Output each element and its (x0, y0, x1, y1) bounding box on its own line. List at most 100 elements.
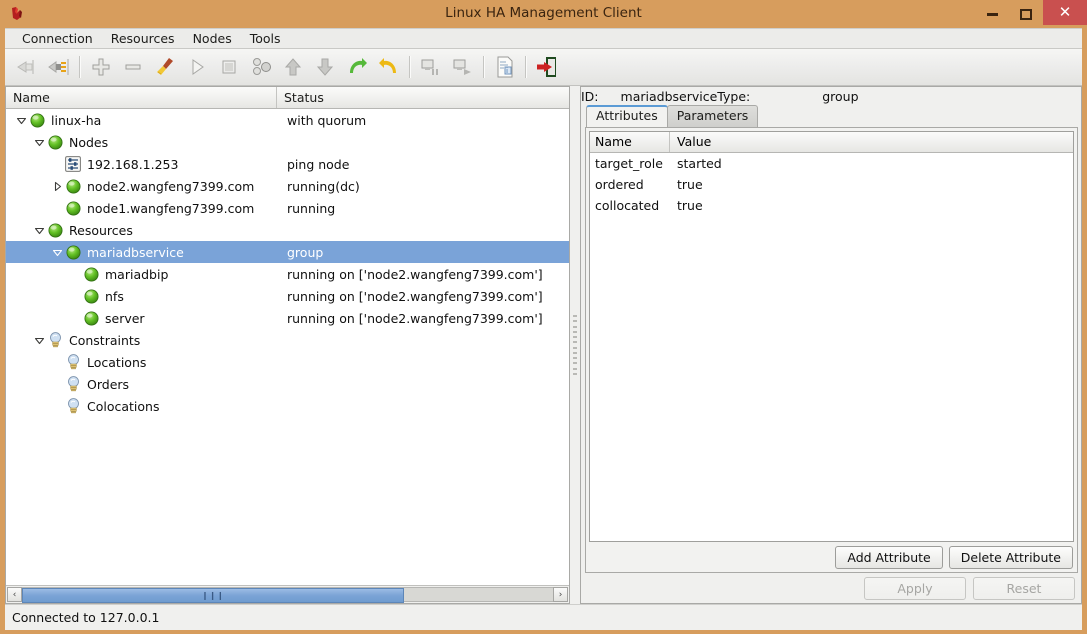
toolbar-separator (79, 56, 81, 78)
chevron-right-icon[interactable] (51, 180, 64, 193)
tree-row[interactable]: mariadbip running on ['node2.wangfeng7399… (6, 263, 569, 285)
start-play-icon[interactable] (181, 51, 213, 83)
tree-row-label: mariadbservice (87, 244, 184, 260)
toolbar: i (5, 49, 1082, 86)
toolbar-separator (483, 56, 485, 78)
tree-row[interactable]: Orders (6, 373, 569, 395)
green-ball-icon (83, 288, 99, 304)
resource-id-bar: ID: mariadbservice Type: group (581, 87, 1081, 105)
connect-icon[interactable] (11, 51, 43, 83)
tree-row[interactable]: Colocations (6, 395, 569, 417)
attribute-row[interactable]: target_role started (590, 153, 1073, 174)
tree-row-label: nfs (105, 288, 124, 304)
tree-row[interactable]: node1.wangfeng7399.com running (6, 197, 569, 219)
tree-row-status: with quorum (287, 112, 367, 128)
cluster-tree-pane: Name Status linux-ha with quorum Nodes 192.… (5, 86, 570, 604)
details-tabs: Attributes Parameters (581, 105, 1081, 127)
ping-node-icon (65, 156, 81, 172)
menu-tools[interactable]: Tools (241, 29, 290, 49)
apply-button[interactable]: Apply (864, 576, 966, 600)
tree-row-label: 192.168.1.253 (87, 156, 179, 172)
menu-nodes[interactable]: Nodes (184, 29, 241, 49)
reset-button[interactable]: Reset (973, 576, 1075, 600)
add-attribute-button[interactable]: Add Attribute (835, 545, 943, 569)
tree-row[interactable]: 192.168.1.253 ping node (6, 153, 569, 175)
move-down-icon[interactable] (309, 51, 341, 83)
exit-icon[interactable] (531, 51, 563, 83)
move-up-icon[interactable] (277, 51, 309, 83)
tree-row[interactable]: server running on ['node2.wangfeng7399.co… (6, 307, 569, 329)
tree-row[interactable]: nfs running on ['node2.wangfeng7399.com'] (6, 285, 569, 307)
menu-resources[interactable]: Resources (102, 29, 184, 49)
tab-parameters[interactable]: Parameters (666, 105, 759, 127)
cib-document-icon[interactable]: i (489, 51, 521, 83)
green-ball-icon (83, 310, 99, 326)
chevron-down-icon[interactable] (33, 136, 46, 149)
green-ball-icon (65, 200, 81, 216)
splitter-grip-icon (573, 315, 577, 375)
main-content: Name Status linux-ha with quorum Nodes 192.… (5, 86, 1082, 604)
status-text: Connected to 127.0.0.1 (12, 610, 160, 625)
chevron-down-icon[interactable] (33, 334, 46, 347)
scrollbar-thumb[interactable]: ❙❙❙ (22, 588, 405, 603)
tree-row[interactable]: Locations (6, 351, 569, 373)
tree-row[interactable]: mariadbservice group (6, 241, 569, 263)
delete-attribute-button[interactable]: Delete Attribute (948, 545, 1073, 569)
tree-row-name-cell: 192.168.1.253 (6, 156, 287, 172)
apply-reset-buttons: Apply Reset (581, 573, 1081, 603)
disconnect-icon[interactable] (43, 51, 75, 83)
pane-splitter[interactable] (570, 86, 580, 604)
attr-column-header-name[interactable]: Name (590, 132, 670, 152)
stop-icon[interactable] (213, 51, 245, 83)
add-icon[interactable] (85, 51, 117, 83)
attributes-table-body: target_role started ordered true collocated t… (590, 153, 1073, 216)
tree-row-label: mariadbip (105, 266, 169, 282)
migrate-icon[interactable] (341, 51, 373, 83)
scrollbar-track[interactable]: ❙❙❙ (22, 587, 553, 603)
column-header-status[interactable]: Status (277, 87, 569, 108)
tree-row[interactable]: Resources (6, 219, 569, 241)
standby-node-icon[interactable] (415, 51, 447, 83)
green-ball-icon (65, 244, 81, 260)
column-header-name[interactable]: Name (6, 87, 277, 108)
unmigrate-undo-icon[interactable] (373, 51, 405, 83)
attribute-value-cell: true (677, 177, 703, 192)
tab-attributes[interactable]: Attributes (586, 105, 668, 127)
chevron-down-icon[interactable] (15, 114, 28, 127)
attributes-tab-panel: Name Value target_role started ordered true… (585, 127, 1078, 573)
activate-node-icon[interactable] (447, 51, 479, 83)
maximize-button[interactable] (1009, 0, 1043, 28)
manage-resources-icon[interactable] (245, 51, 277, 83)
menu-bar: Connection Resources Nodes Tools (5, 28, 1082, 49)
tree-row[interactable]: linux-ha with quorum (6, 109, 569, 131)
chevron-down-icon[interactable] (33, 224, 46, 237)
attr-column-header-value[interactable]: Value (670, 132, 1073, 152)
scroll-right-arrow-icon[interactable]: › (553, 587, 568, 602)
green-ball-icon (47, 134, 63, 150)
bulb-icon (65, 376, 81, 392)
title-bar: Linux HA Management Client ✕ (0, 0, 1087, 28)
tree-horizontal-scrollbar[interactable]: ‹ ❙❙❙ › (6, 585, 569, 603)
tree-row-status: running on ['node2.wangfeng7399.com'] (287, 266, 543, 282)
attribute-value-cell: started (677, 156, 722, 171)
tree-row-label: Nodes (69, 134, 109, 150)
menu-connection[interactable]: Connection (13, 29, 102, 49)
cleanup-brush-icon[interactable] (149, 51, 181, 83)
chevron-down-icon[interactable] (51, 246, 64, 259)
attribute-row[interactable]: collocated true (590, 195, 1073, 216)
attribute-row[interactable]: ordered true (590, 174, 1073, 195)
tree-row[interactable]: node2.wangfeng7399.com running(dc) (6, 175, 569, 197)
tree-row[interactable]: Nodes (6, 131, 569, 153)
tree-row[interactable]: Constraints (6, 329, 569, 351)
tree-row-status: ping node (287, 156, 350, 172)
remove-icon[interactable] (117, 51, 149, 83)
tree-row-name-cell: linux-ha (6, 112, 287, 128)
toolbar-separator (525, 56, 527, 78)
scroll-left-arrow-icon[interactable]: ‹ (7, 587, 22, 602)
tree-row-label: node1.wangfeng7399.com (87, 200, 255, 216)
minimize-button[interactable] (975, 0, 1009, 28)
close-button[interactable]: ✕ (1043, 0, 1087, 25)
